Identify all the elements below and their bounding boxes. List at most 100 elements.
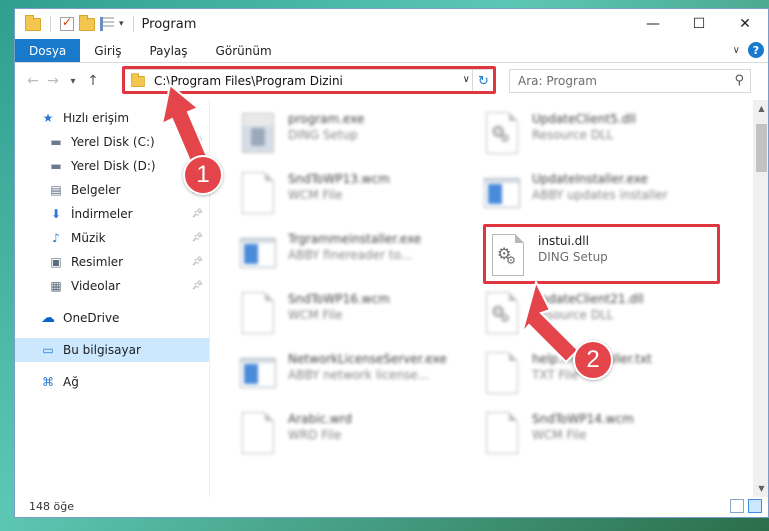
file-name: UpdateInstaller.exe	[532, 172, 648, 186]
sidebar-item-label: Yerel Disk (C:)	[71, 135, 155, 149]
sidebar-item-local-disk-d[interactable]: ▬ Yerel Disk (D:)	[15, 154, 209, 178]
navigation-bar: ← → ▾ ↑ C:\Program Files\Program Dizini …	[15, 63, 768, 99]
sidebar-item-label: Hızlı erişim	[63, 111, 130, 125]
search-input[interactable]: Ara: Program ⚲	[509, 69, 751, 93]
file-name: SndToWP13.wcm	[288, 172, 390, 186]
download-icon: ⬇	[50, 207, 62, 221]
file-description: WCM File	[532, 428, 587, 442]
recent-locations-button[interactable]: ▾	[63, 76, 83, 87]
sidebar-item-label: İndirmeler	[71, 207, 133, 221]
navigation-pane: ★ Hızlı erişim ▬ Yerel Disk (C:) 📌︎ ▬ Ye…	[15, 100, 210, 497]
sidebar-item-local-disk-c[interactable]: ▬ Yerel Disk (C:) 📌︎	[15, 130, 209, 154]
dll-icon: ⚙ ⚙	[482, 110, 522, 156]
details-view-icon[interactable]	[730, 499, 744, 513]
file-name: UpdateClient21.dll	[532, 292, 644, 306]
new-folder-icon[interactable]	[79, 14, 95, 31]
file-item[interactable]: NetworkLicenseServer.exe ABBY network lic…	[238, 350, 468, 406]
folder-icon	[25, 14, 41, 31]
sidebar-item-pictures[interactable]: ▣ Resimler 📌︎	[15, 250, 209, 274]
window-controls: — ☐ ✕	[630, 9, 768, 39]
minimize-button[interactable]: —	[630, 9, 676, 39]
maximize-button[interactable]: ☐	[676, 9, 722, 39]
pin-icon: 📌︎	[191, 209, 203, 219]
network-icon: ⌘	[42, 375, 54, 389]
computer-icon: ▭	[42, 343, 54, 357]
tab-dosya[interactable]: Dosya	[15, 39, 81, 62]
file-item[interactable]: SndToWP16.wcm WCM File	[238, 290, 468, 346]
view-buttons	[730, 499, 762, 513]
tab-giris[interactable]: Giriş	[80, 39, 135, 62]
separator	[50, 16, 51, 32]
file-description: Resource DLL	[532, 128, 614, 142]
window-title: Program	[141, 16, 197, 32]
sidebar-item-label: Yerel Disk (D:)	[71, 159, 156, 173]
expand-ribbon-icon[interactable]: ∨	[733, 45, 740, 56]
panes: ★ Hızlı erişim ▬ Yerel Disk (C:) 📌︎ ▬ Ye…	[15, 100, 768, 497]
help-icon[interactable]: ?	[748, 42, 764, 58]
sidebar-item-network[interactable]: ⌘ Ağ	[15, 370, 209, 394]
file-item[interactable]: SndToWP14.wcm WCM File	[482, 410, 712, 466]
tiles-view-icon[interactable]	[748, 499, 762, 513]
file-description: ABBY updates installer	[532, 188, 668, 202]
customize-arrow-icon[interactable]: ▾	[119, 19, 124, 29]
file-description: DING Setup	[538, 250, 608, 264]
sidebar-item-this-pc[interactable]: ▭ Bu bilgisayar	[15, 338, 209, 362]
view-icon[interactable]	[100, 17, 114, 31]
callout-step-1: 1	[183, 155, 223, 195]
drive-icon: ▬	[50, 135, 62, 149]
sidebar-item-onedrive[interactable]: ☁ OneDrive	[15, 306, 209, 330]
scroll-thumb[interactable]	[756, 124, 767, 172]
title-bar: ▾ Program — ☐ ✕	[15, 9, 768, 39]
sidebar-item-downloads[interactable]: ⬇ İndirmeler 📌︎	[15, 202, 209, 226]
up-button[interactable]: ↑	[83, 73, 103, 89]
sidebar-item-label: Müzik	[71, 231, 106, 245]
tab-gorunum[interactable]: Görünüm	[202, 39, 286, 62]
file-name: NetworkLicenseServer.exe	[288, 352, 447, 366]
file-item[interactable]: SndToWP13.wcm WCM File	[238, 170, 468, 226]
file-item[interactable]: ⚙ ⚙ UpdateClient21.dll Resource DLL	[482, 290, 712, 346]
search-icon[interactable]: ⚲	[734, 73, 744, 88]
file-item-instui-dll[interactable]: ⚙ ⚙ instui.dll DING Setup	[488, 232, 718, 288]
exe-icon	[238, 110, 278, 156]
tab-paylas[interactable]: Paylaş	[135, 39, 201, 62]
pin-icon: 📌︎	[191, 137, 203, 147]
file-name: program.exe	[288, 112, 365, 126]
file-name: SndToWP16.wcm	[288, 292, 390, 306]
file-item[interactable]: program.exe DING Setup	[238, 110, 468, 166]
separator	[132, 16, 134, 32]
window-icon	[482, 170, 522, 216]
star-icon: ★	[42, 111, 54, 125]
address-bar[interactable]: C:\Program Files\Program Dizini ∨ ↻	[123, 69, 495, 93]
address-path[interactable]: C:\Program Files\Program Dizini	[154, 74, 343, 88]
sidebar-item-videos[interactable]: ▦ Videolar 📌︎	[15, 274, 209, 298]
file-item[interactable]: Arabic.wrd WRD File	[238, 410, 468, 466]
address-dropdown-icon[interactable]: ∨	[463, 74, 470, 85]
sidebar-item-documents[interactable]: ▤ Belgeler 📌︎	[15, 178, 209, 202]
file-item[interactable]: Trgrammeinstaller.exe ABBY finereader to.…	[238, 230, 468, 286]
ribbon-right: ∨ ?	[733, 42, 764, 58]
pictures-icon: ▣	[50, 255, 62, 269]
pin-icon: 📌︎	[191, 257, 203, 267]
file-icon	[482, 410, 522, 456]
forward-button[interactable]: →	[43, 73, 63, 89]
sidebar-item-music[interactable]: ♪ Müzik 📌︎	[15, 226, 209, 250]
refresh-icon[interactable]: ↻	[472, 70, 494, 92]
explorer-window: ▾ Program — ☐ ✕ Dosya Giriş Paylaş Görün…	[14, 8, 769, 518]
close-button[interactable]: ✕	[722, 9, 768, 39]
scroll-up-icon[interactable]: ▲	[753, 100, 768, 117]
file-description: ABBY network license...	[288, 368, 430, 382]
file-name: Trgrammeinstaller.exe	[288, 232, 422, 246]
sidebar-item-quick-access[interactable]: ★ Hızlı erişim	[15, 106, 209, 130]
sidebar-item-label: Resimler	[71, 255, 124, 269]
file-item[interactable]: UpdateInstaller.exe ABBY updates installe…	[482, 170, 712, 226]
search-placeholder: Ara: Program	[518, 74, 597, 88]
file-item[interactable]: ⚙ ⚙ UpdateClient5.dll Resource DLL	[482, 110, 712, 166]
file-icon	[238, 290, 278, 336]
file-description: WCM File	[288, 308, 343, 322]
vertical-scrollbar[interactable]: ▲ ▼	[753, 100, 768, 497]
sidebar-item-label: Ağ	[63, 375, 79, 389]
status-bar: 148 öğe	[15, 495, 768, 517]
back-button[interactable]: ←	[23, 73, 43, 89]
file-name: SndToWP14.wcm	[532, 412, 634, 426]
properties-check-icon[interactable]	[60, 15, 74, 31]
